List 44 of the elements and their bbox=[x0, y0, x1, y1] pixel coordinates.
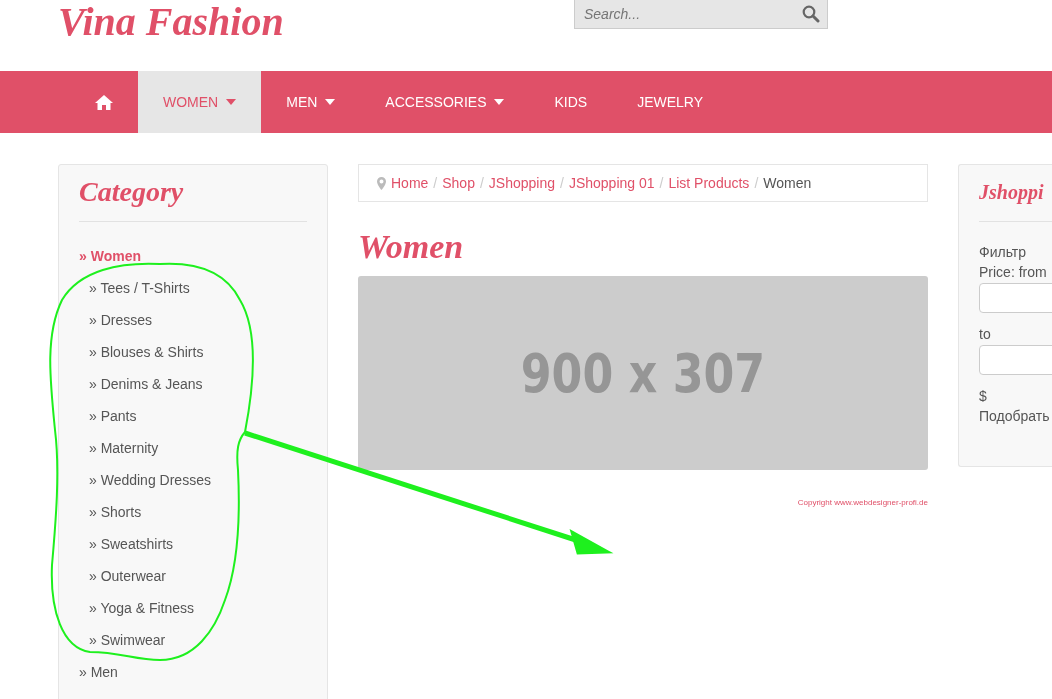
category-link[interactable]: » Blouses & Shirts bbox=[79, 336, 307, 368]
nav-link[interactable]: MEN bbox=[261, 71, 361, 133]
breadcrumb-separator: / bbox=[659, 173, 664, 193]
panel-title: Jshoppi bbox=[979, 180, 1045, 206]
category-link[interactable]: » Swimwear bbox=[79, 624, 307, 656]
category-link[interactable]: » Maternity bbox=[79, 432, 307, 464]
category-link[interactable]: » Dresses bbox=[79, 304, 307, 336]
breadcrumb-link[interactable]: List Products bbox=[668, 172, 750, 194]
copyright-text: Copyright www.webdesigner-profi.de bbox=[797, 498, 928, 507]
search-field[interactable]: Search... bbox=[574, 0, 828, 29]
page-heading: Women bbox=[358, 227, 465, 267]
category-link[interactable]: » Outerwear bbox=[79, 560, 307, 592]
search-input[interactable]: Search... bbox=[582, 2, 802, 26]
panel-title: Category bbox=[79, 175, 185, 209]
nav-link[interactable]: JEWELRY bbox=[612, 71, 729, 133]
category-link[interactable]: » Men bbox=[79, 656, 307, 688]
category-link[interactable]: » Tees / T-Shirts bbox=[79, 272, 307, 304]
breadcrumb-link[interactable]: Home bbox=[391, 172, 429, 194]
map-pin-icon bbox=[377, 176, 386, 190]
breadcrumb-separator: / bbox=[754, 173, 759, 193]
search-icon[interactable] bbox=[802, 5, 820, 23]
home-icon bbox=[95, 94, 113, 110]
nav-link[interactable]: ACCESSORIES bbox=[360, 71, 530, 133]
breadcrumb-link[interactable]: JShopping 01 bbox=[568, 172, 655, 194]
currency-label: $ bbox=[979, 387, 988, 406]
logo[interactable]: Vina Fashion bbox=[58, 0, 320, 44]
breadcrumb-link[interactable]: JShopping bbox=[488, 172, 555, 194]
breadcrumb-separator: / bbox=[479, 173, 484, 193]
field-label: to bbox=[979, 325, 992, 344]
category-link[interactable]: » Denims & Jeans bbox=[79, 368, 307, 400]
category-link[interactable]: » Shorts bbox=[79, 496, 307, 528]
breadcrumb-link[interactable]: Shop bbox=[442, 172, 475, 194]
nav-link[interactable]: KIDS bbox=[529, 71, 613, 133]
category-link[interactable]: » Pants bbox=[79, 400, 307, 432]
category-link[interactable]: » Women bbox=[79, 240, 307, 272]
field-label: Price: from bbox=[979, 263, 1048, 282]
breadcrumb-separator: / bbox=[433, 173, 438, 193]
category-link[interactable]: » Yoga & Fitness bbox=[79, 592, 307, 624]
breadcrumb-current: Women bbox=[763, 173, 812, 193]
category-link[interactable]: » Wedding Dresses bbox=[79, 464, 307, 496]
category-link[interactable]: » Sweatshirts bbox=[79, 528, 307, 560]
submit-link[interactable]: Подобрать bbox=[979, 406, 1052, 426]
filter-caption: Фильтр bbox=[979, 243, 1028, 262]
breadcrumb-separator: / bbox=[560, 173, 564, 193]
